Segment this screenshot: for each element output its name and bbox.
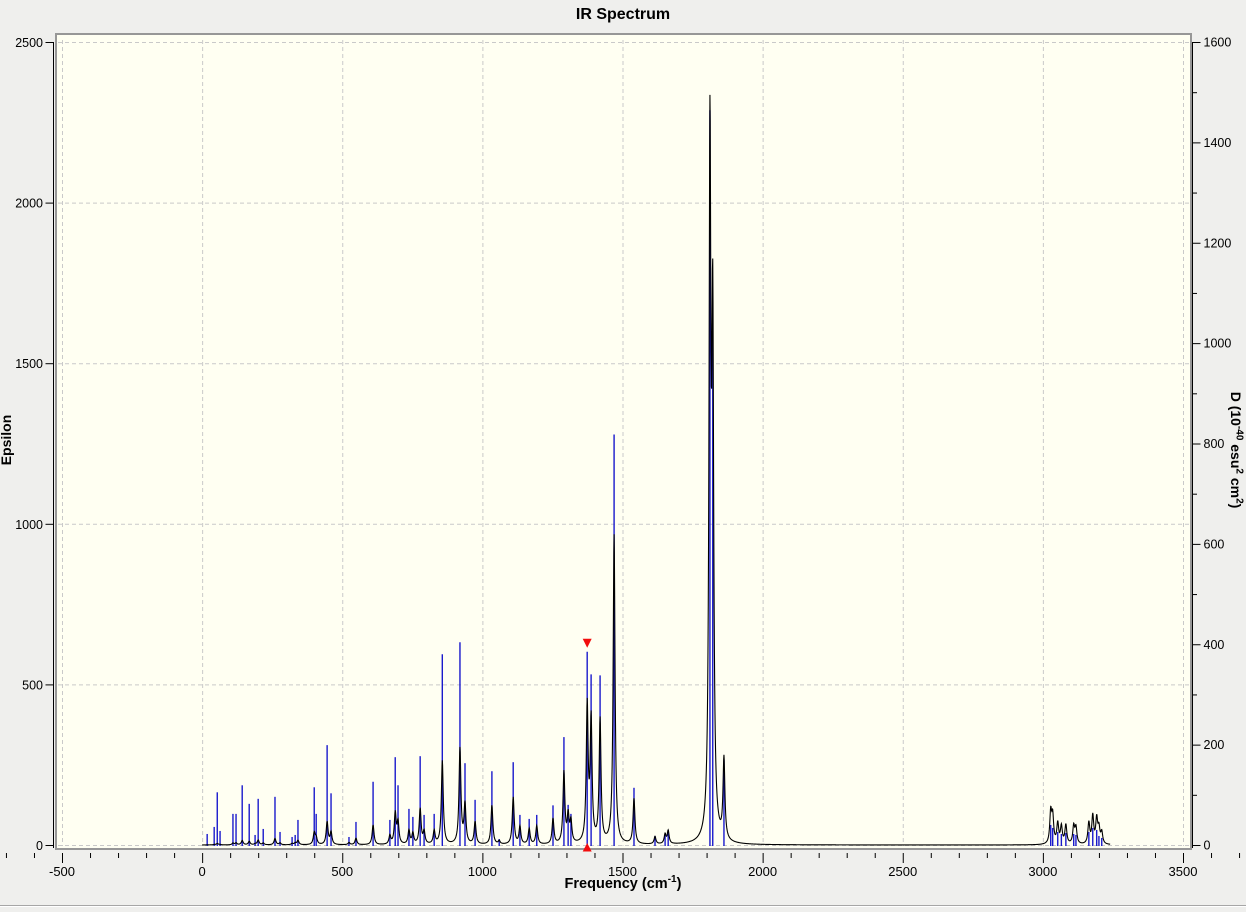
x-axis-label: Frequency (cm-1) — [0, 874, 1246, 892]
chart-title: IR Spectrum — [575, 6, 671, 23]
tick-label: 600 — [1204, 537, 1225, 551]
tick-label: 0 — [36, 839, 43, 853]
bottom-separator — [0, 905, 1246, 906]
tick-label: 2500 — [15, 36, 43, 50]
label-segment: D (10 — [1228, 391, 1244, 426]
left-axis: 0 500 1000 1500 2000 2500 — [15, 36, 54, 853]
tick-label: 1000 — [15, 518, 43, 532]
right-axis: 0 200 400 600 800 1000 1200 1400 1600 — [1192, 36, 1232, 853]
tick-label: 200 — [1204, 738, 1225, 752]
tick-label: 2000 — [15, 197, 43, 211]
y-axis-label-right: D (10-40 esu2 cm2) — [1228, 391, 1245, 509]
y-axis-label-left: Epsilon — [0, 414, 14, 466]
tick-label: 1400 — [1204, 136, 1232, 150]
label-segment: cm — [1228, 473, 1244, 499]
tick-label: 1000 — [1204, 337, 1232, 351]
label-superscript: -1 — [667, 874, 677, 886]
tick-label: 800 — [1204, 437, 1225, 451]
label-superscript: -40 — [1233, 425, 1245, 441]
tick-label: 400 — [1204, 638, 1225, 652]
label-segment: esu — [1228, 440, 1244, 469]
label-segment: Frequency (cm — [564, 876, 668, 892]
tick-label: 1500 — [15, 357, 43, 371]
tick-label: 0 — [1204, 839, 1211, 853]
tick-label: 1600 — [1204, 36, 1232, 50]
label-segment: ) — [1228, 503, 1244, 509]
label-segment: ) — [676, 876, 682, 892]
tick-label: 1200 — [1204, 236, 1232, 250]
spectrum-plot-canvas[interactable]: 0 500 1000 1500 2000 2500 0 200 400 600 800 1000 120… — [0, 0, 1246, 912]
tick-label: 500 — [22, 678, 43, 692]
